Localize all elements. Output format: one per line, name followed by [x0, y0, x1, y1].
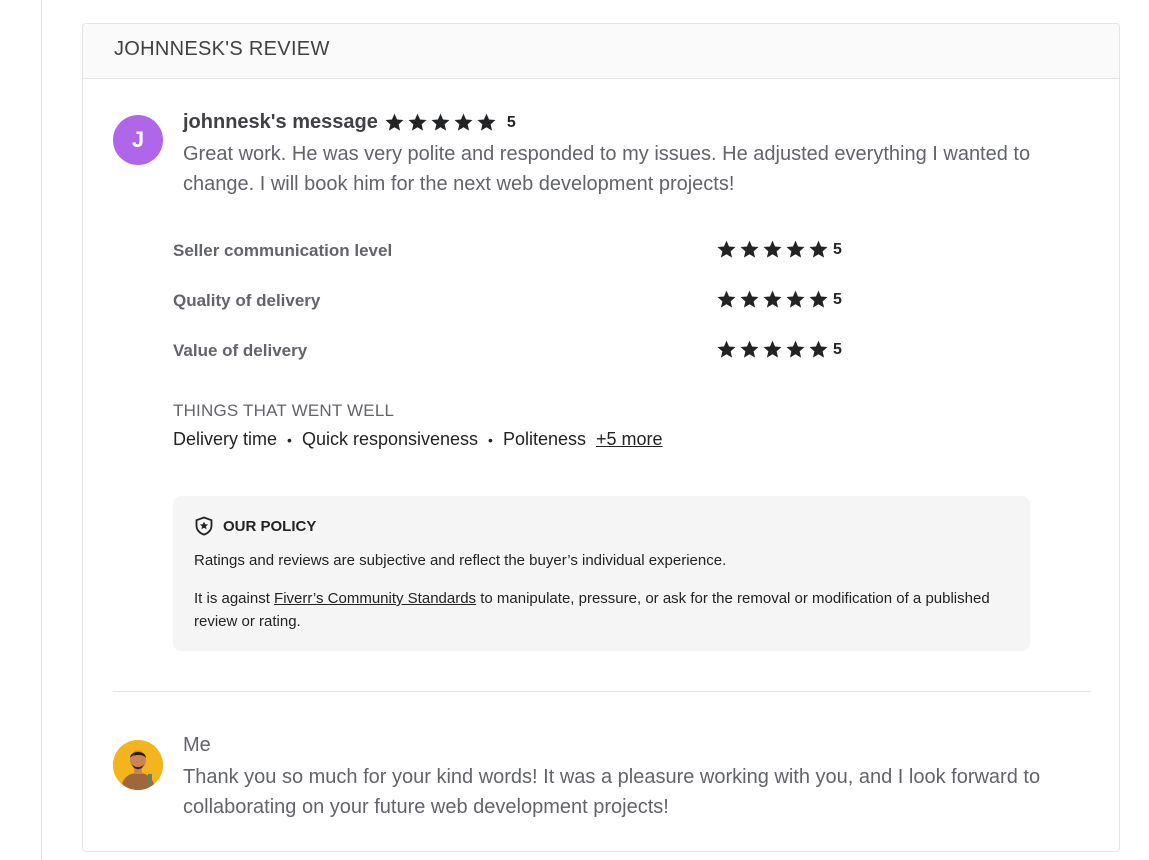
rating-stars [716, 289, 829, 310]
overall-star-rating [384, 112, 497, 133]
star-icon [740, 290, 759, 308]
separator-dot: • [287, 431, 292, 448]
rating-value: 5 [833, 240, 842, 258]
policy-text: Ratings and reviews are subjective and r… [194, 552, 727, 569]
rating-row: Seller communication level 5 [173, 239, 873, 289]
star-icon [717, 340, 736, 358]
policy-box: OUR POLICY Ratings and reviews are subje… [173, 496, 1030, 651]
rating-label: Seller communication level [173, 241, 393, 260]
overall-rating-value: 5 [506, 113, 516, 131]
reply-message: Thank you so much for your kind words! I… [183, 766, 1041, 818]
star-icon [454, 113, 473, 131]
left-divider [41, 0, 42, 860]
star-icon [717, 290, 736, 308]
person-photo-icon [113, 740, 163, 790]
star-icon [786, 240, 805, 258]
star-icon [809, 240, 828, 258]
star-icon [786, 290, 805, 308]
went-well-item: Quick responsiveness [301, 429, 479, 449]
star-icon [385, 113, 404, 131]
shield-star-icon [195, 516, 213, 536]
rating-stars-group: 5 [716, 339, 842, 360]
star-icon [408, 113, 427, 131]
rating-value: 5 [833, 290, 842, 308]
star-icon [740, 240, 759, 258]
went-well-title: THINGS THAT WENT WELL [173, 401, 395, 420]
my-avatar[interactable] [113, 740, 163, 790]
rating-label: Value of delivery [173, 341, 308, 360]
review-message: Great work. He was very polite and respo… [183, 143, 1031, 195]
show-more-link[interactable]: +5 more [596, 429, 663, 450]
reviewer-name: johnnesk's message [183, 111, 378, 133]
policy-text-start: It is against [194, 590, 275, 607]
rating-stars [716, 339, 829, 360]
went-well-item: Delivery time [173, 429, 278, 449]
rating-stars-group: 5 [716, 289, 842, 310]
star-icon [763, 340, 782, 358]
star-icon [809, 290, 828, 308]
star-icon [763, 240, 782, 258]
rating-label: Quality of delivery [173, 291, 321, 310]
went-well-item: Politeness [502, 429, 586, 449]
rating-value: 5 [833, 340, 842, 358]
separator-dot: • [488, 431, 493, 448]
rating-stars-group: 5 [716, 239, 842, 260]
community-standards-link[interactable]: Fiverr’s Community Standards [274, 590, 476, 607]
reply-author: Me [183, 734, 211, 756]
star-icon [740, 340, 759, 358]
star-icon [763, 290, 782, 308]
section-divider [113, 691, 1091, 692]
rating-breakdown: Seller communication level 5 Quality of … [173, 239, 873, 389]
rating-row: Value of delivery 5 [173, 339, 873, 389]
star-icon [809, 340, 828, 358]
star-icon [431, 113, 450, 131]
review-message-header: johnnesk's message 5 [183, 111, 516, 134]
reviewer-avatar-letter: J [131, 127, 145, 152]
star-icon [717, 240, 736, 258]
policy-title: OUR POLICY [223, 517, 317, 535]
star-icon [477, 113, 496, 131]
review-card: JOHNNESK'S REVIEW J johnnesk's message 5… [82, 23, 1120, 852]
policy-text-standards: It is against Fiverr’s Community Standar… [194, 587, 1010, 633]
went-well-list: Delivery time • Quick responsiveness • P… [173, 429, 663, 450]
review-card-header: JOHNNESK'S REVIEW [83, 24, 1119, 79]
review-title: JOHNNESK'S REVIEW [114, 38, 330, 60]
star-icon [786, 340, 805, 358]
policy-header: OUR POLICY [194, 516, 1010, 536]
rating-row: Quality of delivery 5 [173, 289, 873, 339]
rating-stars [716, 239, 829, 260]
reviewer-avatar[interactable]: J [113, 115, 163, 165]
